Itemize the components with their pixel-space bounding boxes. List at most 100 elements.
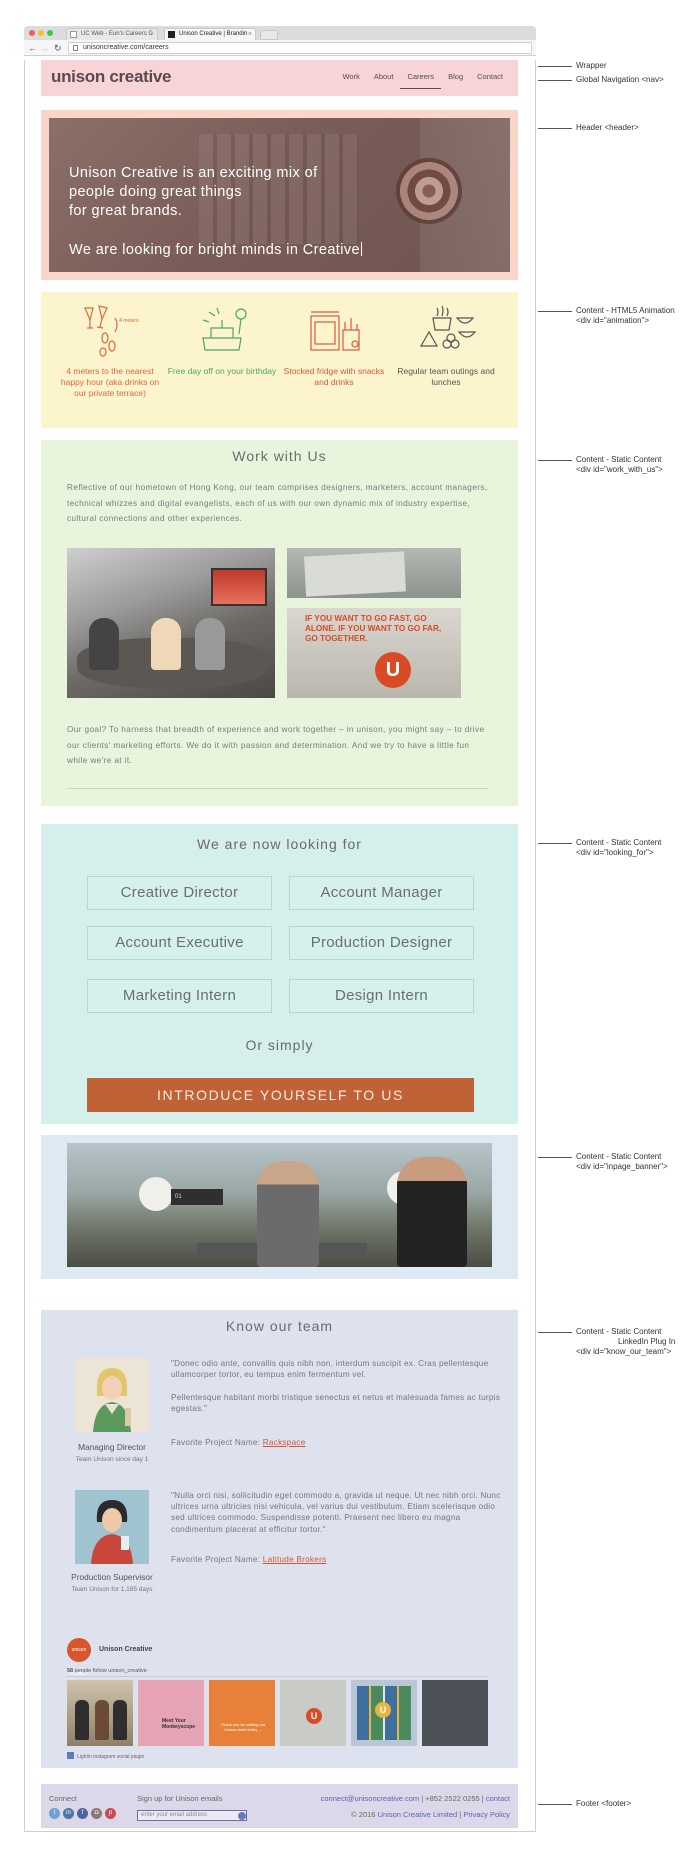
birthday-cake-icon xyxy=(202,307,247,351)
annotation-text: Content - Static Content xyxy=(576,455,662,464)
member-tenure: Team Unison since day 1 xyxy=(75,1456,149,1463)
job-creative-director[interactable]: Creative Director xyxy=(87,876,272,910)
instagram-thumbnail[interactable] xyxy=(422,1680,488,1746)
pinterest-icon[interactable]: p xyxy=(105,1808,116,1819)
plugin-credit[interactable]: Lightin Instagram social plugin xyxy=(67,1752,144,1760)
avatar-illustration xyxy=(75,1358,149,1432)
phone-text: | +852 2522 0255 | xyxy=(419,1794,486,1803)
annotation-looking-for: Content - Static Content <div id="looking… xyxy=(576,838,661,858)
introduce-yourself-button[interactable]: INTRODUCE YOURSELF TO US xyxy=(87,1078,474,1112)
instagram-icon[interactable]: ◘ xyxy=(91,1808,102,1819)
person-figure xyxy=(75,1700,89,1740)
perk-label: 4 meters to the nearest happy hour (aka … xyxy=(60,366,160,398)
plugin-icon xyxy=(67,1752,74,1759)
page-icon xyxy=(70,31,77,38)
production-supervisor-avatar xyxy=(75,1490,149,1564)
job-account-executive[interactable]: Account Executive xyxy=(87,926,272,960)
browser-tab-2[interactable]: Unison Creative | Brandin × xyxy=(164,28,256,40)
hero-line: for great brands. xyxy=(69,203,183,219)
facebook-icon[interactable]: f xyxy=(77,1808,88,1819)
lamp-graphic xyxy=(139,1177,173,1211)
close-icon[interactable]: × xyxy=(150,29,154,40)
annotation-wrapper: Wrapper xyxy=(576,61,607,71)
follower-count: 58 people follow unison_creative xyxy=(67,1668,147,1674)
annotation-text: Content - Static Content xyxy=(576,1152,662,1161)
hero-line: Unison Creative is an exciting mix of xyxy=(69,165,318,181)
job-production-designer[interactable]: Production Designer xyxy=(289,926,474,960)
minimize-window-button[interactable] xyxy=(38,30,44,36)
member-quote: "Nulla orci nisi, sollicitudin eget comm… xyxy=(171,1491,501,1534)
team-lunch-icon xyxy=(419,305,477,349)
poster-text: IF YOU WANT TO GO FAST, GO ALONE. IF YOU… xyxy=(305,614,442,643)
reload-icon[interactable]: ↻ xyxy=(54,42,62,54)
copyright: © 2016 Unison Creative Limited | Privacy… xyxy=(351,1810,510,1819)
job-design-intern[interactable]: Design Intern xyxy=(289,979,474,1013)
linkedin-icon[interactable]: in xyxy=(63,1808,74,1819)
annotation-leader xyxy=(538,1804,572,1805)
close-window-button[interactable] xyxy=(29,30,35,36)
job-marketing-intern[interactable]: Marketing Intern xyxy=(87,979,272,1013)
nav-link-about[interactable]: About xyxy=(367,72,401,89)
nav-link-contact[interactable]: Contact xyxy=(470,72,510,89)
maximize-window-button[interactable] xyxy=(47,30,53,36)
forward-arrow-icon[interactable]: → xyxy=(40,42,49,54)
email-submit-button[interactable] xyxy=(238,1812,246,1820)
managing-director-avatar xyxy=(75,1358,149,1432)
annotation-leader xyxy=(538,843,572,844)
team-discussion-photo: 01 xyxy=(67,1143,492,1267)
instagram-thumbnail[interactable] xyxy=(67,1680,133,1746)
instagram-thumbnail[interactable]: Meet Your Monkeyscope xyxy=(138,1680,204,1746)
team-meeting-photo xyxy=(67,548,275,698)
hero-image: Unison Creative is an exciting mix of pe… xyxy=(49,118,510,272)
favorite-project-link[interactable]: Latitude Brokers xyxy=(263,1555,327,1564)
address-bar[interactable]: unisoncreative.com/careers xyxy=(68,42,532,54)
instagram-account-name[interactable]: Unison Creative xyxy=(99,1646,152,1653)
annotation-text: <div id="animation"> xyxy=(576,316,650,325)
hero-headline: Unison Creative is an exciting mix of pe… xyxy=(69,164,318,221)
nav-link-careers[interactable]: Careers xyxy=(400,72,442,89)
work-with-us-section: Work with Us Reflective of our hometown … xyxy=(41,440,518,806)
back-arrow-icon[interactable]: ← xyxy=(28,42,37,54)
nav-link-blog[interactable]: Blog xyxy=(441,72,470,89)
annotation-animation: Content - HTML5 Animation <div id="animat… xyxy=(576,306,675,326)
annotation-inpage-banner: Content - Static Content <div id="inpage_… xyxy=(576,1152,668,1172)
member-role: Production Supervisor xyxy=(71,1572,153,1582)
browser-tab-1[interactable]: UC Web - Eun's Careers C × xyxy=(66,28,158,40)
tab-title: Unison Creative | Brandin xyxy=(179,31,248,37)
plugin-credit-text: Lightin Instagram social plugin xyxy=(77,1754,145,1760)
instagram-thumbnail[interactable]: U xyxy=(280,1680,346,1746)
perk-label: Stocked fridge with snacks and drinks xyxy=(283,366,385,387)
twitter-icon[interactable]: t xyxy=(49,1808,60,1819)
annotation-nav: Global Navigation <nav> xyxy=(576,75,664,85)
person-figure xyxy=(257,1161,319,1267)
contact-link[interactable]: contact xyxy=(486,1794,510,1803)
nav-link-work[interactable]: Work xyxy=(335,72,366,89)
job-account-manager[interactable]: Account Manager xyxy=(289,876,474,910)
animation-section: 4 meters 4 meters to the nearest happy h… xyxy=(41,292,518,428)
unison-logo-icon[interactable]: unison creative xyxy=(67,1638,91,1677)
unison-logo-icon: U xyxy=(375,652,411,688)
tab-title: UC Web - Eun's Careers C xyxy=(81,31,153,37)
text-cursor xyxy=(360,242,362,256)
instagram-thumbnail[interactable]: U xyxy=(351,1680,417,1746)
site-logo[interactable]: unison creative xyxy=(51,67,172,87)
inpage-banner-section: 01 xyxy=(41,1135,518,1279)
person-figure xyxy=(113,1700,127,1740)
favorite-project-link[interactable]: Rackspace xyxy=(263,1438,306,1447)
close-icon[interactable]: × xyxy=(248,29,252,40)
copyright-text: © 2016 xyxy=(351,1810,378,1819)
company-link[interactable]: Unison Creative Limited xyxy=(378,1810,458,1819)
member-tenure: Team Unison for 1,185 days xyxy=(71,1586,153,1593)
paper-sheet xyxy=(304,551,406,597)
instagram-thumbnail[interactable]: Thank you for visiting our Unison hotel … xyxy=(209,1680,275,1746)
annotation-text: <div id="looking_for"> xyxy=(576,848,654,857)
privacy-policy-link[interactable]: Privacy Policy xyxy=(463,1810,510,1819)
person-figure xyxy=(195,618,225,670)
annotation-text: Content - Static Content xyxy=(576,1327,662,1336)
email-signup-input[interactable]: enter your email address xyxy=(137,1810,247,1821)
new-tab-button[interactable] xyxy=(260,30,278,40)
annotation-text: Content - HTML5 Animation xyxy=(576,306,675,315)
perk-fridge: Stocked fridge with snacks and drinks xyxy=(279,302,389,388)
email-link[interactable]: connect@unisoncreative.com xyxy=(321,1794,420,1803)
thumbnail-caption: Thank you for visiting our Unison hotel … xyxy=(220,1722,266,1732)
